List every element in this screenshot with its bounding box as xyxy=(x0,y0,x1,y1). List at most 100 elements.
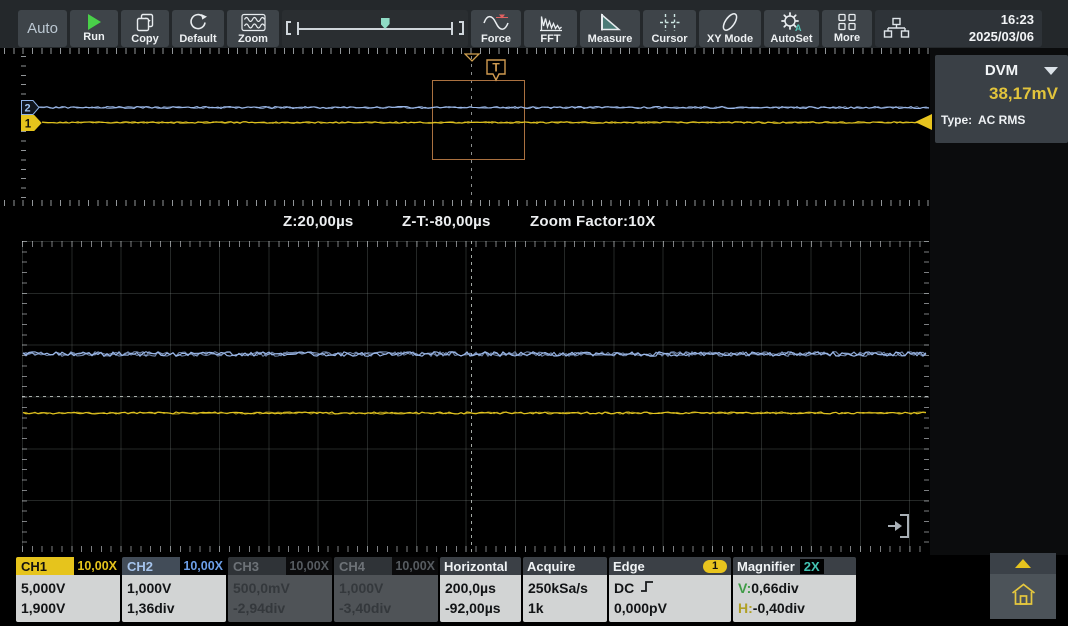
graticule-bottom-ticks xyxy=(22,546,929,552)
trigger-status-label: Auto xyxy=(27,20,58,37)
channel2-status-block[interactable]: CH2 10,00X 1,000V 1,36div xyxy=(122,557,226,622)
panel-expand-icon[interactable] xyxy=(884,512,912,545)
channel2-scale: 1,000V xyxy=(127,578,171,598)
oscilloscope-app: Auto Run Copy Default xyxy=(0,0,1068,626)
more-grid-icon xyxy=(837,13,857,31)
toolbar: Auto Run Copy Default xyxy=(0,0,1068,48)
channel4-position: -3,40div xyxy=(339,598,391,618)
channel3-status-block[interactable]: CH3 10,00X 500,0mV -2,94div xyxy=(228,557,332,622)
run-button[interactable]: Run xyxy=(70,10,118,47)
slider-right-tick xyxy=(451,22,453,35)
slider-track xyxy=(298,28,452,30)
channel2-name: CH2 xyxy=(122,557,180,575)
measure-icon xyxy=(599,13,621,32)
channel3-position: -2,94div xyxy=(233,598,285,618)
trigger-level: 0,000pV xyxy=(614,598,667,618)
magnifier-v-label: V: xyxy=(738,578,751,598)
graticule-left-ticks xyxy=(22,241,27,552)
acquire-title: Acquire xyxy=(527,559,575,574)
run-play-icon xyxy=(88,14,101,30)
channel4-name: CH4 xyxy=(334,557,392,575)
default-button[interactable]: Default xyxy=(172,10,224,47)
overview-bottom-tick-ruler xyxy=(4,200,929,206)
network-clock-area[interactable]: 16:23 2025/03/06 xyxy=(875,10,1042,47)
clock-time: 16:23 xyxy=(969,12,1034,29)
channel1-probe-ratio: 10,00X xyxy=(74,557,120,575)
dvm-title: DVM xyxy=(985,62,1018,79)
horizontal-position-slider[interactable] xyxy=(282,10,468,47)
autoset-button[interactable]: A AutoSet xyxy=(764,10,819,47)
channel2-marker-label: 2 xyxy=(24,103,30,115)
channel4-status-block[interactable]: CH4 10,00X 1,000V -3,40div xyxy=(334,557,438,622)
acquire-sample-rate: 250kSa/s xyxy=(528,578,588,598)
slider-right-bracket xyxy=(459,21,464,35)
channel3-probe-ratio: 10,00X xyxy=(286,557,332,575)
default-reset-icon xyxy=(188,13,208,32)
channel3-name: CH3 xyxy=(228,557,286,575)
dvm-panel[interactable]: DVM 38,17mV Type: AC RMS xyxy=(935,55,1068,143)
zoom-waveform-icon xyxy=(241,13,266,32)
rising-edge-icon xyxy=(640,578,654,598)
graticule-right-ticks xyxy=(924,241,929,552)
channel1-name: CH1 xyxy=(16,557,74,575)
svg-text:A: A xyxy=(795,23,802,32)
fft-spectrum-icon xyxy=(539,13,563,32)
channel1-marker-label: 1 xyxy=(25,119,32,131)
fft-button[interactable]: FFT xyxy=(524,10,577,47)
dvm-type-value: AC RMS xyxy=(978,113,1025,127)
force-button[interactable]: Force xyxy=(471,10,521,47)
edge-title: Edge xyxy=(613,559,645,574)
xy-mode-button[interactable]: XY Mode xyxy=(699,10,761,47)
channel1-status-block[interactable]: CH1 10,00X 5,000V 1,900V xyxy=(16,557,120,622)
magnifier-h-value: -0,40div xyxy=(753,598,805,618)
zoom-button[interactable]: Zoom xyxy=(227,10,279,47)
dvm-value: 38,17mV xyxy=(935,84,1068,104)
copy-icon xyxy=(136,13,155,32)
chevron-down-icon[interactable] xyxy=(1044,67,1058,75)
zoom-trigger-offset-readout: Z-T:-80,00µs xyxy=(402,213,491,230)
channel1-scale: 5,000V xyxy=(21,578,65,598)
trigger-level-marker[interactable] xyxy=(915,114,932,130)
magnifier-v-value: 0,66div xyxy=(751,578,798,598)
zoom-factor-readout: Zoom Factor:10X xyxy=(530,213,656,230)
magnifier-h-label: H: xyxy=(738,598,753,618)
measure-button[interactable]: Measure xyxy=(580,10,640,47)
zoom-window-box[interactable] xyxy=(432,80,525,160)
horizontal-timebase: 200,0µs xyxy=(445,578,496,598)
trigger-source-badge: 1 xyxy=(703,560,727,573)
clock-date: 2025/03/06 xyxy=(969,29,1034,46)
lan-network-icon xyxy=(883,17,910,40)
magnifier-factor-badge: 2X xyxy=(800,559,824,574)
slider-left-bracket xyxy=(286,21,291,35)
graticule-top-ticks xyxy=(22,241,929,247)
zoom-timebase-readout: Z:20,00µs xyxy=(283,213,353,230)
channel1-position: 1,900V xyxy=(21,598,65,618)
magnifier-status-block[interactable]: Magnifier 2X V: 0,66div H: -0,40div xyxy=(733,557,856,622)
collapse-menu-button[interactable] xyxy=(990,553,1056,574)
channel2-probe-ratio: 10,00X xyxy=(180,557,226,575)
cursor-button[interactable]: Cursor xyxy=(643,10,696,47)
acquire-memory-depth: 1k xyxy=(528,598,544,618)
trigger-coupling: DC xyxy=(614,578,634,598)
channel4-scale: 1,000V xyxy=(339,578,383,598)
trigger-flag-label: T xyxy=(492,61,500,75)
channel4-probe-ratio: 10,00X xyxy=(392,557,438,575)
xy-lissajous-icon xyxy=(718,12,742,32)
more-button[interactable]: More xyxy=(822,10,872,47)
horizontal-position-marker-icon[interactable] xyxy=(464,49,480,67)
home-button[interactable] xyxy=(990,574,1056,619)
trigger-position-flag[interactable]: T xyxy=(486,59,506,92)
chevron-up-icon xyxy=(1015,559,1031,568)
trigger-status-block[interactable]: Edge 1 DC 0,000pV xyxy=(609,557,731,622)
channel3-scale: 500,0mV xyxy=(233,578,290,598)
acquire-status-block[interactable]: Acquire 250kSa/s 1k xyxy=(523,557,607,622)
horizontal-status-block[interactable]: Horizontal 200,0µs -92,00µs xyxy=(440,557,521,622)
channel1-marker[interactable]: 1 xyxy=(21,115,42,136)
channel2-position: 1,36div xyxy=(127,598,174,618)
graticule-center-horizontal xyxy=(22,396,929,397)
copy-button[interactable]: Copy xyxy=(121,10,169,47)
cursor-crosshair-icon xyxy=(659,13,681,32)
clock: 16:23 2025/03/06 xyxy=(969,12,1034,46)
force-trigger-icon xyxy=(483,13,509,32)
trigger-status-button[interactable]: Auto xyxy=(18,10,67,47)
